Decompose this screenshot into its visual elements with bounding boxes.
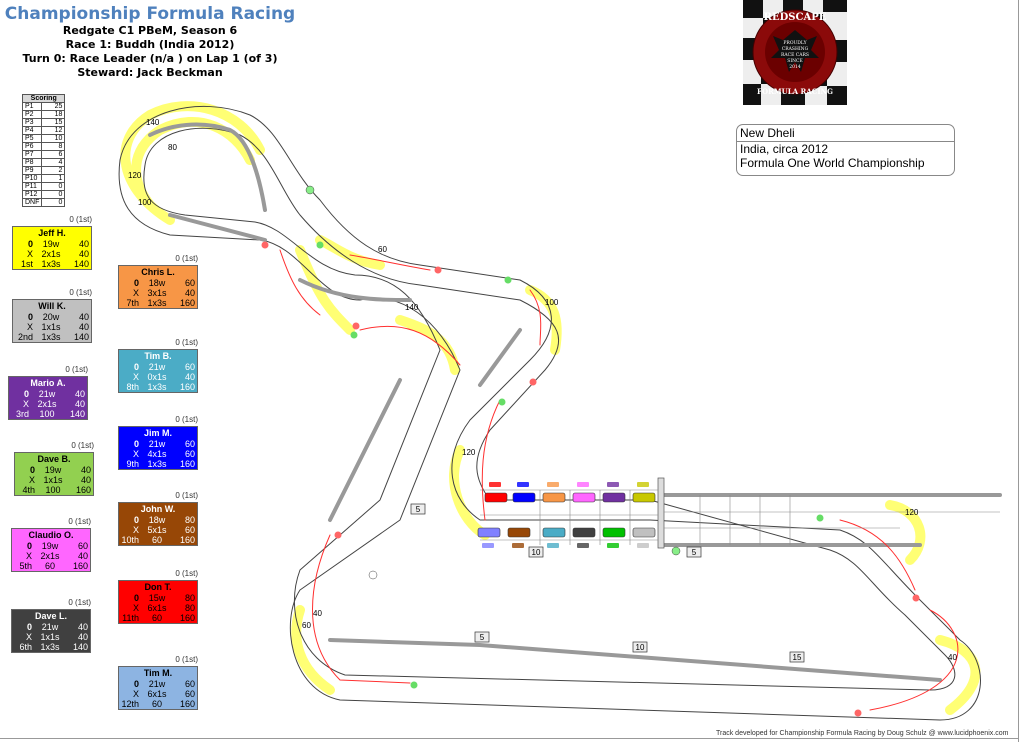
- brake-marker: [529, 378, 537, 386]
- grid-car: [512, 492, 536, 503]
- track-outline-inner: [143, 127, 956, 691]
- corner-speed-label: 60: [302, 621, 311, 630]
- corner-speed-label: 120: [462, 448, 476, 457]
- distance-marker-label: 15: [793, 653, 802, 662]
- distance-marker-label: 10: [532, 548, 541, 557]
- pit-car: [512, 543, 524, 548]
- grid-car: [632, 527, 656, 538]
- grid-car: [477, 527, 501, 538]
- grid-car: [602, 527, 626, 538]
- pit-car: [607, 482, 619, 487]
- brake-marker: [334, 531, 342, 539]
- pit-car: [577, 482, 589, 487]
- pit-car: [607, 543, 619, 548]
- pit-marker: [305, 185, 315, 195]
- grid-car: [632, 492, 656, 503]
- brake-marker: [352, 322, 360, 330]
- accel-marker: [816, 514, 824, 522]
- accel-marker: [410, 681, 418, 689]
- corner-speed-label: 140: [146, 118, 160, 127]
- distance-markers: 51015510 51408012010060140100120406040120: [128, 118, 957, 663]
- distance-marker: 15: [789, 651, 805, 663]
- grid-car: [507, 527, 531, 538]
- page-border-right: [1018, 0, 1019, 742]
- brake-marker: [261, 241, 269, 249]
- credits-footer: Track developed for Championship Formula…: [716, 730, 1009, 737]
- track-walls: [148, 122, 1002, 682]
- corner-speed-label: 80: [168, 143, 177, 152]
- grid-car: [542, 492, 566, 503]
- accel-marker: [316, 241, 324, 249]
- distance-marker: 5: [410, 503, 426, 515]
- race-track-map: 51015510 51408012010060140100120406040120: [118, 101, 1002, 721]
- brake-marker: [854, 709, 862, 717]
- start-finish-line: [657, 477, 665, 549]
- pit-car: [482, 543, 494, 548]
- distance-marker: 5: [474, 631, 490, 643]
- accel-marker: [350, 331, 358, 339]
- accel-marker: [498, 398, 506, 406]
- pit-car: [637, 482, 649, 487]
- pit-car: [517, 482, 529, 487]
- pit-marker: [368, 570, 378, 580]
- corner-speed-label: 40: [313, 609, 322, 618]
- brake-marker: [912, 594, 920, 602]
- corner-speed-label: 120: [128, 171, 142, 180]
- corner-speed-label: 60: [378, 245, 387, 254]
- pit-marker: [671, 546, 681, 556]
- grid-car: [572, 492, 596, 503]
- distance-marker-label: 5: [416, 505, 421, 514]
- corner-speed-label: 100: [138, 198, 152, 207]
- distance-marker: 10: [632, 641, 648, 653]
- grid-car: [602, 492, 626, 503]
- distance-marker: 10: [528, 546, 544, 558]
- accel-marker: [504, 276, 512, 284]
- brake-marker: [434, 266, 442, 274]
- corner-speed-zones: [120, 101, 981, 715]
- distance-marker-label: 5: [480, 633, 485, 642]
- grid-car: [542, 527, 566, 538]
- distance-marker-label: 5: [692, 548, 697, 557]
- page-border-bottom: [0, 738, 1018, 739]
- corner-speed-label: 140: [405, 303, 419, 312]
- corner-speed-label: 40: [948, 653, 957, 662]
- distance-marker-label: 10: [636, 643, 645, 652]
- pit-car: [547, 543, 559, 548]
- corner-speed-label: 120: [905, 508, 919, 517]
- pit-car: [637, 543, 649, 548]
- corner-speed-label: 100: [545, 298, 559, 307]
- pit-car: [577, 543, 589, 548]
- distance-marker: 5: [686, 546, 702, 558]
- pit-car: [547, 482, 559, 487]
- grid-car: [484, 492, 508, 503]
- grid-car: [572, 527, 596, 538]
- track-outline-outer: [118, 105, 981, 721]
- pit-car: [489, 482, 501, 487]
